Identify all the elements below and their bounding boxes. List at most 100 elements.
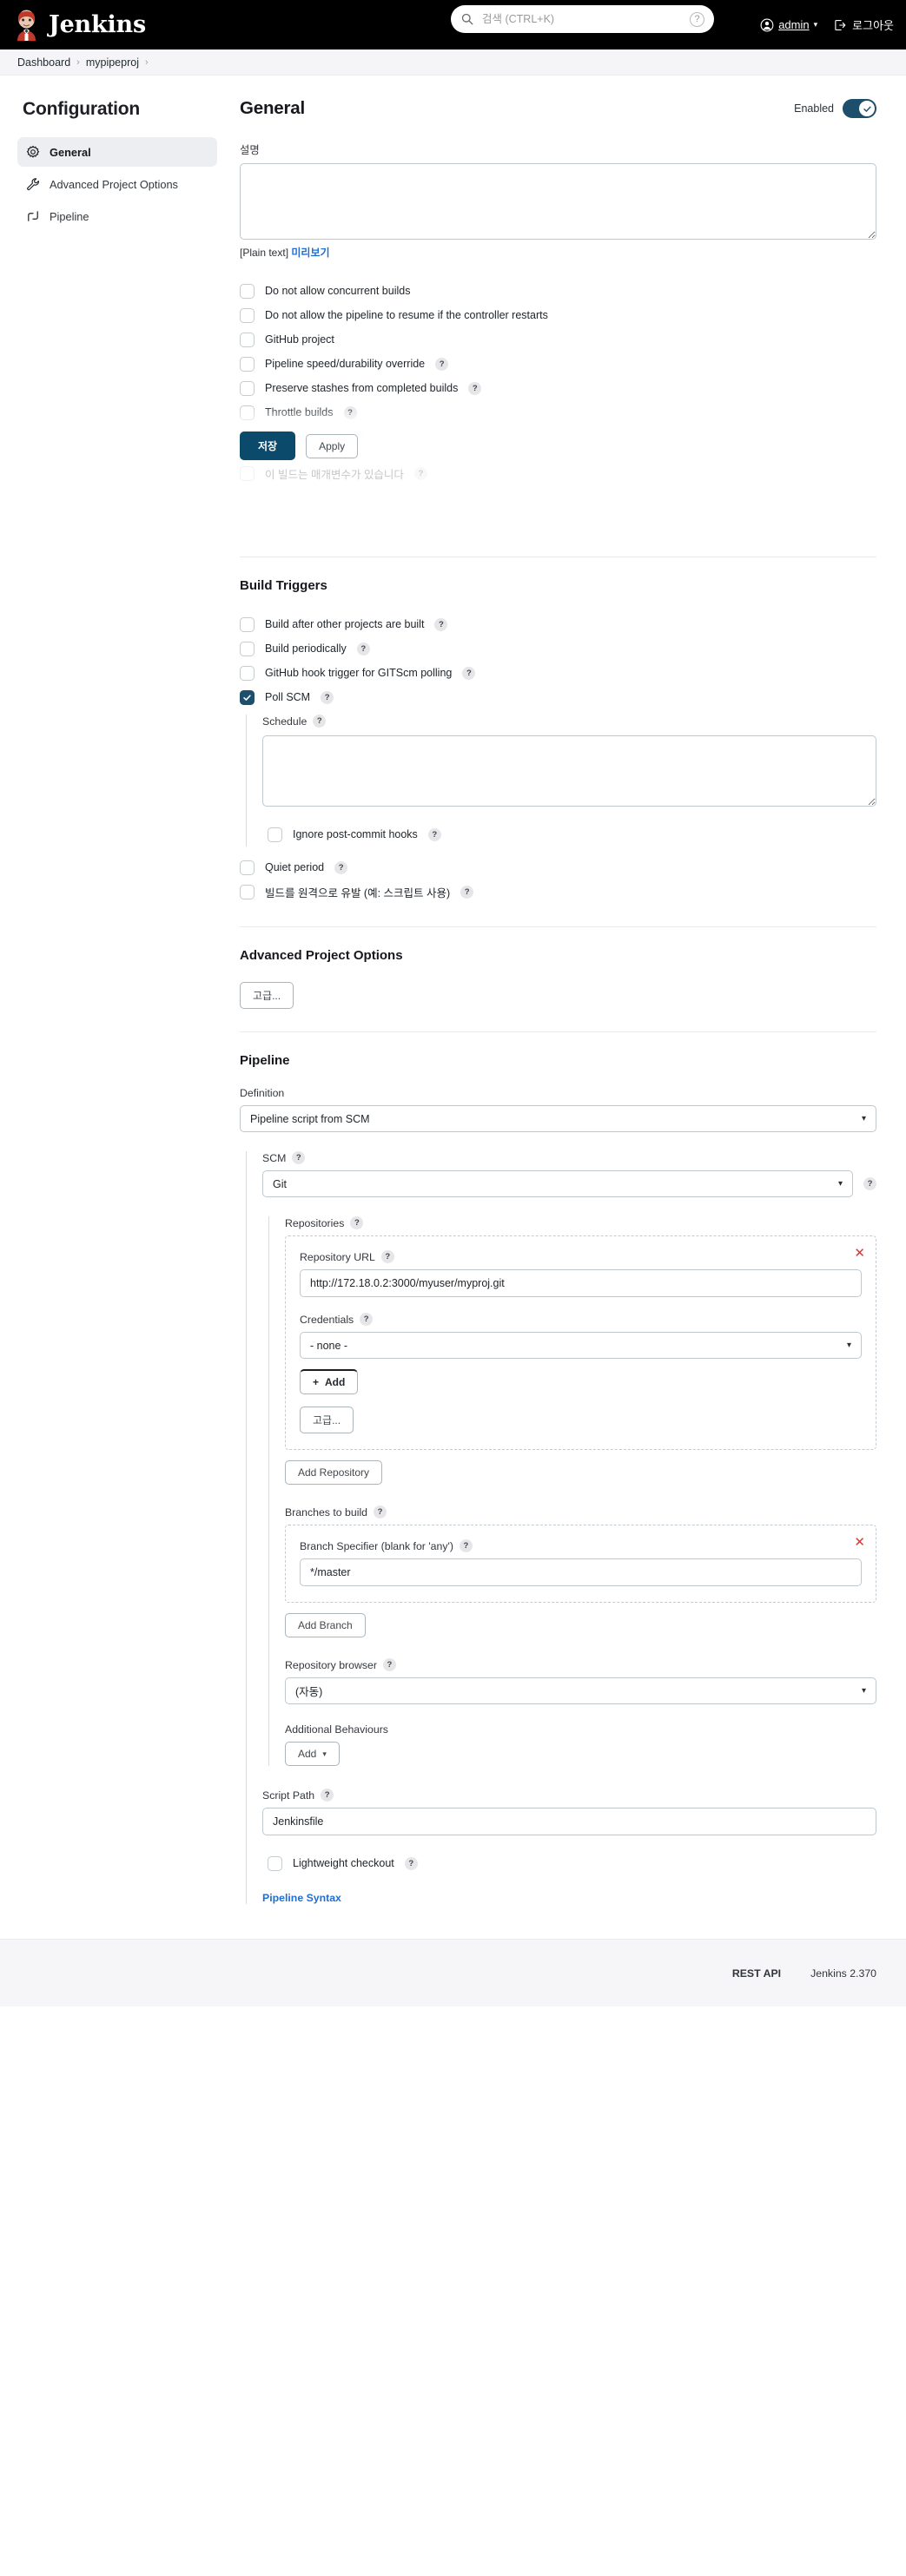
add-credentials-button[interactable]: + Add: [300, 1369, 359, 1394]
help-icon[interactable]: ?: [468, 381, 482, 395]
help-icon[interactable]: ?: [360, 1313, 374, 1326]
scm-select[interactable]: Git ▾: [262, 1170, 853, 1197]
delete-branch-icon[interactable]: ✕: [854, 1536, 865, 1549]
jenkins-logo-link[interactable]: Jenkins: [12, 10, 146, 41]
repository-url-input[interactable]: [300, 1269, 862, 1297]
help-icon[interactable]: ?: [321, 1789, 334, 1802]
checkbox-row-throttle-builds[interactable]: Throttle builds ?: [240, 400, 876, 425]
checkbox-row-github-project[interactable]: GitHub project: [240, 327, 876, 352]
checkbox-row-github-hook-trigger[interactable]: GitHub hook trigger for GITScm polling ?: [240, 661, 876, 685]
help-icon[interactable]: ?: [459, 1539, 473, 1552]
advanced-options-button[interactable]: 고급...: [240, 982, 294, 1009]
checkbox[interactable]: [240, 283, 255, 299]
repository-advanced-button[interactable]: 고급...: [300, 1407, 354, 1433]
repository-browser-select[interactable]: (자동) ▾: [285, 1677, 876, 1704]
preview-link[interactable]: 미리보기: [291, 247, 329, 259]
help-icon[interactable]: ?: [462, 666, 476, 680]
help-icon[interactable]: ?: [292, 1151, 306, 1164]
logout-button[interactable]: 로그아웃: [833, 16, 894, 33]
schedule-field: Schedule ?: [262, 715, 876, 728]
branch-specifier-label: Branch Specifier (blank for 'any'): [300, 1539, 453, 1552]
help-icon[interactable]: ?: [313, 715, 327, 728]
breadcrumb-separator-2: ›: [144, 56, 149, 68]
checkbox-label: Quiet period: [265, 861, 325, 873]
checkbox[interactable]: [268, 1855, 282, 1871]
checkbox-row-build-after-other-projects[interactable]: Build after other projects are built ?: [240, 612, 876, 636]
help-icon[interactable]: ?: [334, 860, 348, 874]
help-icon[interactable]: ?: [404, 1856, 418, 1870]
checkbox-row-quiet-period[interactable]: Quiet period ?: [240, 855, 876, 880]
sidebar-item-pipeline[interactable]: Pipeline: [17, 201, 217, 231]
sidebar-item-advanced-project-options[interactable]: Advanced Project Options: [17, 169, 217, 199]
enabled-toggle[interactable]: [843, 99, 876, 118]
help-icon[interactable]: ?: [350, 1216, 364, 1229]
checkbox[interactable]: [240, 380, 255, 396]
checkbox-row-trigger-build-remotely[interactable]: 빌드를 원격으로 유발 (예: 스크립트 사용) ?: [240, 880, 876, 904]
breadcrumb-item-project[interactable]: mypipeproj: [86, 56, 139, 69]
sidebar-item-general[interactable]: General: [17, 137, 217, 167]
save-button[interactable]: 저장: [240, 432, 296, 460]
help-icon[interactable]: ?: [863, 1177, 876, 1190]
checkbox[interactable]: [240, 616, 255, 632]
apply-button[interactable]: Apply: [306, 433, 359, 458]
chevron-down-icon: ▾: [861, 1114, 866, 1123]
checkbox[interactable]: [240, 665, 255, 681]
rest-api-link[interactable]: REST API: [732, 1967, 781, 1980]
checkbox-label: Build after other projects are built: [265, 618, 425, 630]
repository-browser-field-label: Repository browser ?: [285, 1658, 876, 1671]
help-icon[interactable]: ?: [321, 690, 334, 704]
checkbox-row-lightweight-checkout[interactable]: Lightweight checkout ?: [262, 1851, 876, 1875]
user-menu[interactable]: admin ▾: [760, 18, 817, 32]
branch-entry: ✕ Branch Specifier (blank for 'any') ?: [285, 1525, 876, 1603]
checkbox[interactable]: [240, 641, 255, 656]
checkbox[interactable]: [240, 332, 255, 347]
checkbox[interactable]: [240, 860, 255, 875]
script-path-input[interactable]: [262, 1808, 876, 1835]
checkbox[interactable]: [240, 884, 255, 899]
search-help-icon[interactable]: ?: [690, 11, 704, 27]
help-icon[interactable]: ?: [374, 1505, 387, 1519]
checkbox[interactable]: [240, 405, 255, 420]
gear-icon: [26, 145, 40, 158]
add-repository-button[interactable]: Add Repository: [285, 1460, 383, 1485]
enabled-toggle-group[interactable]: Enabled: [794, 99, 876, 118]
credentials-select[interactable]: - none - ▾: [300, 1332, 862, 1359]
help-icon[interactable]: ?: [434, 617, 448, 631]
delete-repository-icon[interactable]: ✕: [854, 1247, 865, 1260]
config-sidebar: Configuration General Advanced Project O…: [0, 76, 233, 234]
page-title: General: [240, 98, 305, 118]
checkbox-label: GitHub hook trigger for GITScm polling: [265, 667, 453, 679]
definition-select[interactable]: Pipeline script from SCM ▾: [240, 1105, 876, 1132]
checkbox[interactable]: [240, 356, 255, 372]
search-box[interactable]: ?: [451, 5, 714, 33]
checkbox-row-build-periodically[interactable]: Build periodically ?: [240, 636, 876, 661]
checkbox[interactable]: [240, 307, 255, 323]
add-branch-button[interactable]: Add Branch: [285, 1613, 366, 1637]
checkbox-row-poll-scm[interactable]: Poll SCM ?: [240, 685, 876, 709]
breadcrumb-item-dashboard[interactable]: Dashboard: [17, 56, 70, 69]
checkbox[interactable]: [240, 689, 255, 705]
help-icon[interactable]: ?: [356, 642, 370, 656]
search-input[interactable]: [480, 12, 683, 26]
help-icon[interactable]: ?: [382, 1658, 396, 1671]
sticky-save-bar: 저장 Apply: [205, 405, 906, 472]
branch-specifier-input[interactable]: [300, 1558, 862, 1586]
scm-nested-panel: SCM ? Git ▾ ? Repositories ? ✕ Repositor…: [246, 1151, 876, 1904]
checkbox-row-speed-durability-override[interactable]: Pipeline speed/durability override ?: [240, 352, 876, 376]
checkbox[interactable]: [268, 827, 282, 842]
additional-behaviours-add-button[interactable]: Add ▾: [285, 1742, 340, 1766]
checkbox-row-preserve-stashes[interactable]: Preserve stashes from completed builds ?: [240, 376, 876, 400]
help-icon[interactable]: ?: [435, 357, 449, 371]
pipeline-syntax-link[interactable]: Pipeline Syntax: [262, 1892, 341, 1904]
schedule-textarea[interactable]: [262, 735, 876, 807]
checkbox-row-ignore-post-commit-hooks[interactable]: Ignore post-commit hooks ?: [262, 822, 876, 847]
help-icon[interactable]: ?: [343, 405, 357, 419]
help-icon[interactable]: ?: [380, 1250, 394, 1263]
checkbox-row-no-concurrent-builds[interactable]: Do not allow concurrent builds: [240, 279, 876, 303]
help-icon[interactable]: ?: [460, 885, 474, 899]
definition-select-value: Pipeline script from SCM: [250, 1112, 370, 1125]
pipeline-icon: [28, 211, 38, 221]
checkbox-row-no-resume-on-restart[interactable]: Do not allow the pipeline to resume if t…: [240, 303, 876, 327]
help-icon[interactable]: ?: [427, 827, 441, 841]
description-textarea[interactable]: [240, 163, 876, 240]
